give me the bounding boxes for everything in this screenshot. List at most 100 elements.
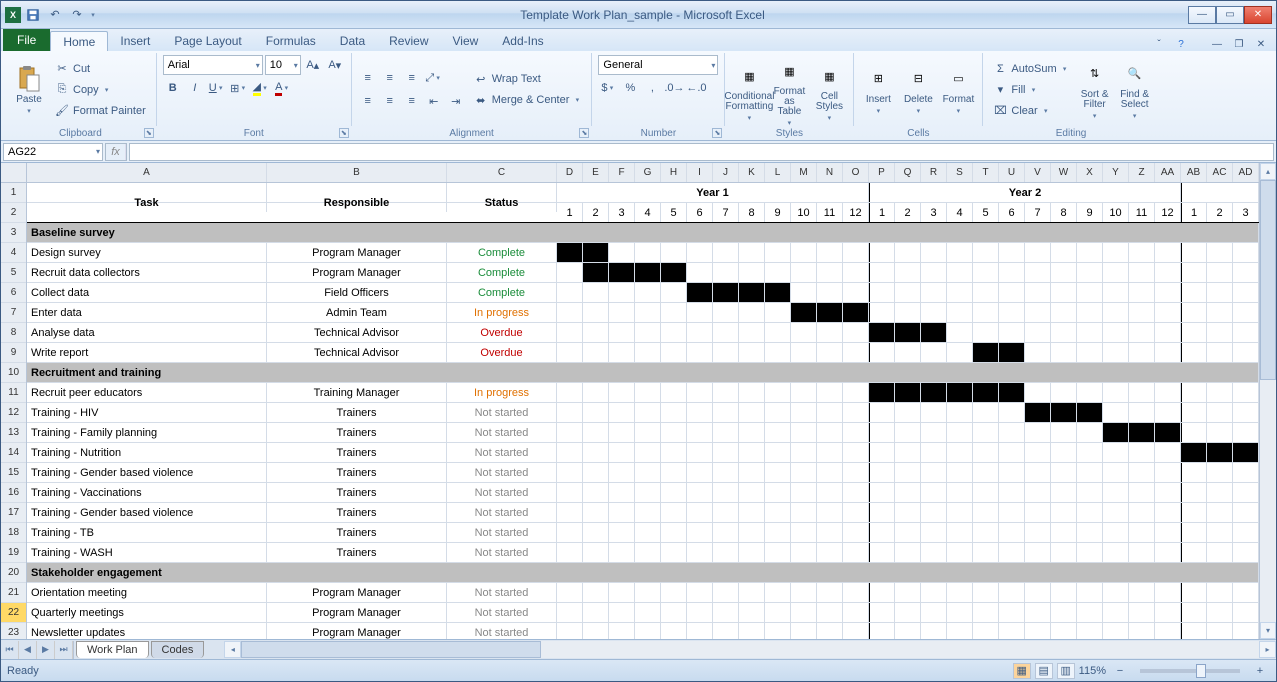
- gantt-cell[interactable]: [765, 443, 791, 462]
- responsible-cell[interactable]: Trainers: [267, 543, 447, 562]
- gantt-cell[interactable]: [895, 283, 921, 302]
- gantt-cell[interactable]: [1233, 603, 1259, 622]
- gantt-cell[interactable]: [687, 503, 713, 522]
- gantt-cell[interactable]: [843, 483, 869, 502]
- gantt-cell[interactable]: [921, 243, 947, 262]
- gantt-cell[interactable]: [557, 403, 583, 422]
- vscroll-thumb[interactable]: [1260, 180, 1276, 380]
- gantt-cell[interactable]: [739, 383, 765, 402]
- gantt-cell[interactable]: [947, 463, 973, 482]
- normal-view-button[interactable]: ▦: [1013, 663, 1031, 679]
- month-header[interactable]: 11: [817, 203, 843, 222]
- gantt-cell[interactable]: [973, 463, 999, 482]
- gantt-cell[interactable]: [947, 423, 973, 442]
- status-cell[interactable]: Complete: [447, 283, 557, 302]
- clipboard-launcher[interactable]: ⬊: [144, 128, 154, 138]
- gantt-cell[interactable]: [947, 443, 973, 462]
- gantt-cell[interactable]: [817, 483, 843, 502]
- gantt-cell[interactable]: [635, 383, 661, 402]
- gantt-cell[interactable]: [843, 243, 869, 262]
- gantt-cell[interactable]: [739, 483, 765, 502]
- gantt-cell[interactable]: [635, 323, 661, 342]
- gantt-cell[interactable]: [1077, 503, 1103, 522]
- gantt-cell[interactable]: [1207, 303, 1233, 322]
- gantt-cell[interactable]: [1103, 283, 1129, 302]
- month-header[interactable]: 4: [635, 203, 661, 222]
- gantt-cell[interactable]: [713, 243, 739, 262]
- gantt-cell[interactable]: [1181, 423, 1207, 442]
- gantt-cell[interactable]: [895, 543, 921, 562]
- gantt-cell[interactable]: [609, 543, 635, 562]
- month-header[interactable]: 7: [713, 203, 739, 222]
- gantt-cell[interactable]: [1233, 343, 1259, 362]
- gantt-cell[interactable]: [765, 623, 791, 639]
- gantt-cell[interactable]: [1181, 543, 1207, 562]
- task-cell[interactable]: Orientation meeting: [27, 583, 267, 602]
- file-tab[interactable]: File: [3, 29, 50, 51]
- format-cells-button[interactable]: ▭Format▾: [940, 55, 976, 124]
- gantt-cell[interactable]: [973, 403, 999, 422]
- gantt-cell[interactable]: [557, 443, 583, 462]
- gantt-cell[interactable]: [1207, 463, 1233, 482]
- gantt-cell[interactable]: [609, 603, 635, 622]
- align-left-icon[interactable]: ≡: [358, 91, 378, 111]
- gantt-cell[interactable]: [1207, 283, 1233, 302]
- gantt-cell[interactable]: [999, 423, 1025, 442]
- gantt-cell[interactable]: [557, 343, 583, 362]
- gantt-cell[interactable]: [869, 583, 895, 602]
- gantt-cell[interactable]: [947, 303, 973, 322]
- qat-redo-icon[interactable]: ↷: [67, 5, 87, 25]
- gantt-cell[interactable]: [557, 503, 583, 522]
- gantt-cell[interactable]: [973, 243, 999, 262]
- alignment-launcher[interactable]: ⬊: [579, 128, 589, 138]
- gantt-cell[interactable]: [817, 383, 843, 402]
- month-header[interactable]: 8: [739, 203, 765, 222]
- gantt-cell[interactable]: [921, 303, 947, 322]
- gantt-cell[interactable]: [739, 323, 765, 342]
- gantt-cell[interactable]: [973, 583, 999, 602]
- responsible-cell[interactable]: Program Manager: [267, 623, 447, 639]
- gantt-cell[interactable]: [1051, 343, 1077, 362]
- gantt-cell[interactable]: [661, 303, 687, 322]
- gantt-cell[interactable]: [869, 463, 895, 482]
- row-header[interactable]: 17: [1, 503, 26, 523]
- workbook-minimize-button[interactable]: —: [1208, 37, 1226, 51]
- gantt-cell[interactable]: [895, 483, 921, 502]
- gantt-cell[interactable]: [921, 423, 947, 442]
- gantt-cell[interactable]: [791, 283, 817, 302]
- gantt-cell[interactable]: [791, 443, 817, 462]
- font-color-icon[interactable]: A▾: [273, 78, 293, 98]
- task-cell[interactable]: Newsletter updates: [27, 623, 267, 639]
- gantt-cell[interactable]: [739, 503, 765, 522]
- gantt-cell[interactable]: [973, 423, 999, 442]
- gantt-cell[interactable]: [1077, 463, 1103, 482]
- gantt-cell[interactable]: [1155, 463, 1181, 482]
- gantt-cell[interactable]: [713, 503, 739, 522]
- col-header[interactable]: X: [1077, 163, 1103, 182]
- month-header[interactable]: 12: [1155, 203, 1181, 222]
- task-cell[interactable]: Training - WASH: [27, 543, 267, 562]
- gantt-cell[interactable]: [791, 583, 817, 602]
- gantt-cell[interactable]: [869, 443, 895, 462]
- gantt-cell[interactable]: [895, 323, 921, 342]
- month-header[interactable]: 4: [947, 203, 973, 222]
- gantt-cell[interactable]: [1233, 303, 1259, 322]
- gantt-cell[interactable]: [973, 303, 999, 322]
- gantt-cell[interactable]: [1077, 603, 1103, 622]
- gantt-cell[interactable]: [1103, 583, 1129, 602]
- col-header[interactable]: AD: [1233, 163, 1259, 182]
- gantt-cell[interactable]: [687, 603, 713, 622]
- gantt-cell[interactable]: [661, 463, 687, 482]
- col-header[interactable]: B: [267, 163, 447, 182]
- hscroll-thumb[interactable]: [241, 641, 541, 658]
- row-header[interactable]: 20: [1, 563, 26, 583]
- status-cell[interactable]: Not started: [447, 523, 557, 542]
- gantt-cell[interactable]: [765, 343, 791, 362]
- gantt-cell[interactable]: [609, 263, 635, 282]
- gantt-cell[interactable]: [1181, 263, 1207, 282]
- gantt-cell[interactable]: [687, 323, 713, 342]
- gantt-cell[interactable]: [635, 543, 661, 562]
- col-header[interactable]: O: [843, 163, 869, 182]
- gantt-cell[interactable]: [817, 323, 843, 342]
- gantt-cell[interactable]: [713, 263, 739, 282]
